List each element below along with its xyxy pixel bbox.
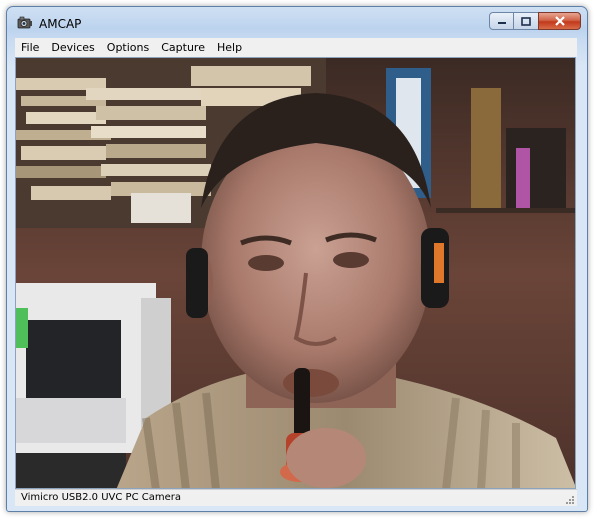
menu-options[interactable]: Options [101, 41, 155, 54]
camera-app-icon [17, 16, 32, 29]
resize-grip-icon[interactable] [565, 495, 575, 505]
caption-buttons [489, 12, 581, 31]
status-device-name: Vimicro USB2.0 UVC PC Camera [21, 492, 181, 503]
menu-help[interactable]: Help [211, 41, 248, 54]
menu-devices[interactable]: Devices [45, 41, 100, 54]
minimize-button[interactable] [489, 12, 514, 30]
minimize-icon [497, 22, 506, 24]
title-bar[interactable]: AMCAP [7, 7, 587, 37]
amcap-window: AMCAP File Devices Options Capture Help [6, 6, 588, 512]
maximize-button[interactable] [513, 12, 539, 30]
close-icon [554, 16, 565, 26]
menu-capture[interactable]: Capture [155, 41, 211, 54]
menu-file[interactable]: File [15, 41, 45, 54]
camera-video-frame [16, 58, 575, 488]
window-title: AMCAP [39, 17, 82, 31]
close-button[interactable] [538, 12, 581, 30]
maximize-icon [521, 16, 531, 26]
menu-bar: File Devices Options Capture Help [15, 38, 577, 57]
status-bar: Vimicro USB2.0 UVC PC Camera [15, 489, 577, 506]
camera-preview [15, 57, 576, 489]
